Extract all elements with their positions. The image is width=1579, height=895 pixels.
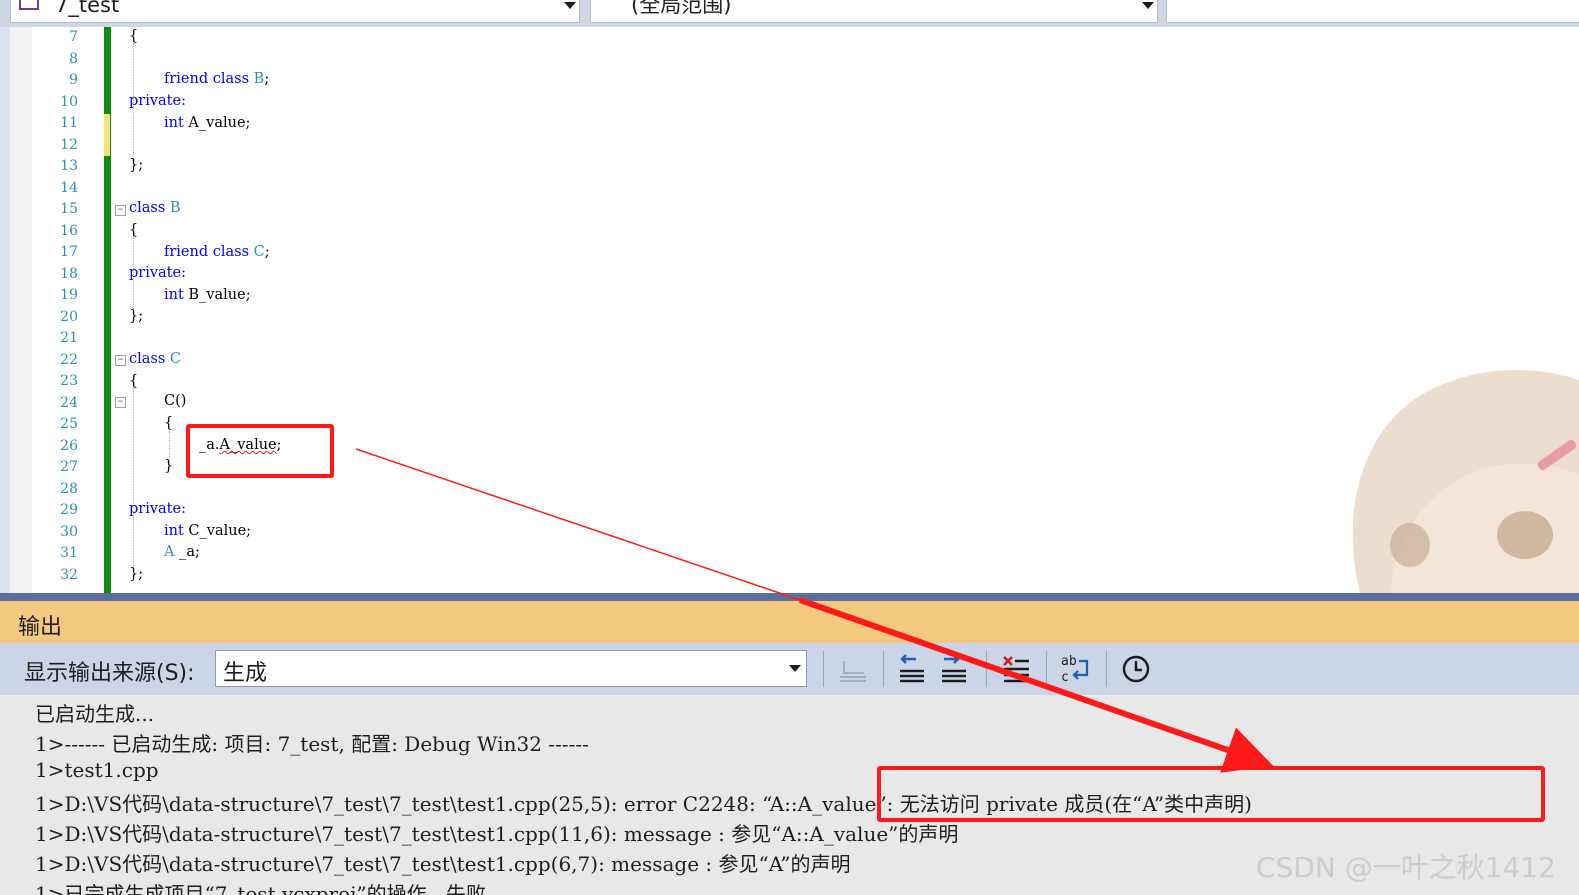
output-source-value: 生成	[223, 661, 268, 686]
code-line-19: int B_value;	[164, 287, 251, 303]
line-number: 15	[60, 201, 78, 217]
clear-all-icon[interactable]	[998, 651, 1034, 687]
line-number: 24	[60, 394, 78, 411]
timestamp-clock-icon[interactable]	[1118, 651, 1154, 687]
line-number: 29	[60, 502, 78, 518]
go-to-next-message-icon[interactable]	[936, 651, 972, 687]
code-line-23: {	[129, 373, 139, 389]
find-message-in-code-icon[interactable]	[836, 651, 872, 687]
code-line-9: friend class B;	[164, 71, 270, 87]
code-line-15: class B	[129, 200, 181, 216]
code-line-18: private:	[129, 265, 186, 281]
collapse-icon[interactable]: −	[115, 355, 126, 366]
code-line-13: };	[129, 157, 144, 173]
line-number: 21	[60, 330, 78, 346]
member-combo[interactable]	[1166, 0, 1579, 23]
line-number: 9	[69, 72, 78, 88]
panel-splitter[interactable]	[0, 593, 1579, 601]
code-line-10: private:	[129, 93, 186, 109]
go-to-previous-message-icon[interactable]	[894, 651, 930, 687]
line-number: 7	[69, 29, 78, 45]
toggle-word-wrap-icon[interactable]: ab c	[1057, 651, 1093, 687]
code-line-24: C()	[164, 393, 187, 409]
code-line-32: };	[129, 566, 144, 582]
line-number: 14	[60, 179, 78, 196]
code-line-11: int A_value;	[164, 115, 251, 131]
collapse-icon[interactable]: −	[115, 397, 126, 408]
code-line-20: };	[129, 308, 144, 324]
svg-text:ab: ab	[1061, 654, 1077, 669]
unsaved-change-marker	[104, 114, 110, 156]
line-number: 16	[60, 222, 78, 239]
scope-combo-text: (全局范围)	[631, 0, 732, 17]
output-panel-header: 输出	[0, 601, 1579, 643]
toolbar-separator	[986, 651, 987, 687]
code-line-7: {	[129, 28, 139, 44]
line-number: 13	[60, 158, 78, 174]
code-highlight-box	[186, 424, 334, 478]
toolbar-separator	[1106, 651, 1107, 687]
line-number: 27	[60, 459, 78, 475]
output-line: 1>test1.cpp	[35, 758, 159, 782]
navigation-bar: 7_test (全局范围)	[0, 0, 1579, 27]
change-tracking-bar	[104, 27, 111, 593]
toolbar-separator	[823, 651, 824, 687]
line-number: 32	[60, 566, 78, 583]
project-icon	[19, 0, 39, 10]
line-number: 10	[60, 93, 78, 110]
scope-combo[interactable]: (全局范围)	[590, 0, 1158, 23]
code-line-31: A _a;	[164, 544, 200, 560]
svg-text:c: c	[1061, 670, 1069, 685]
toolbar-separator	[1046, 651, 1047, 687]
code-line-17: friend class C;	[164, 244, 270, 260]
line-number: 31	[60, 545, 78, 561]
code-line-30: int C_value;	[164, 523, 252, 539]
line-number: 30	[60, 523, 78, 540]
line-number: 19	[60, 287, 78, 303]
collapse-icon[interactable]: −	[115, 205, 126, 216]
output-line: 已启动生成...	[35, 702, 155, 726]
line-number: 22	[60, 351, 78, 368]
indent-guide	[133, 388, 134, 570]
mascot-background-image	[1352, 370, 1579, 593]
output-toolbar: 显示输出来源(S): 生成 ab c	[0, 643, 1579, 695]
code-line-16: {	[129, 222, 139, 238]
code-line-29: private:	[129, 501, 186, 517]
chevron-down-icon	[564, 2, 576, 9]
output-source-select[interactable]: 生成	[215, 650, 807, 687]
line-number: 17	[60, 244, 78, 260]
output-line: 1>------ 已启动生成: 项目: 7_test, 配置: Debug Wi…	[35, 732, 589, 756]
output-line: 1>D:\VS代码\data-structure\7_test\7_test\t…	[35, 822, 959, 846]
line-number: 18	[60, 265, 78, 282]
line-number: 28	[60, 480, 78, 497]
editor-left-strip	[0, 27, 10, 593]
watermark: CSDN @一叶之秋1412	[1256, 851, 1556, 884]
line-number: 23	[60, 373, 78, 389]
output-line: 1>D:\VS代码\data-structure\7_test\7_test\t…	[35, 852, 851, 876]
code-line-27: }	[164, 458, 174, 474]
toolbar-separator	[883, 651, 884, 687]
output-panel-title: 输出	[18, 615, 63, 640]
chevron-down-icon	[789, 665, 801, 672]
code-line-22: class C	[129, 351, 182, 367]
line-number: 11	[60, 115, 78, 131]
output-source-label: 显示输出来源(S):	[24, 661, 195, 686]
line-number: 12	[60, 136, 78, 153]
line-number: 26	[60, 437, 78, 454]
project-combo-text: 7_test	[55, 0, 120, 17]
line-number: 20	[60, 308, 78, 325]
editor-gutter	[10, 27, 32, 593]
line-number: 25	[60, 416, 78, 432]
project-combo[interactable]: 7_test	[10, 0, 580, 23]
chevron-down-icon	[1142, 2, 1154, 9]
code-line-25: {	[164, 415, 174, 431]
line-number: 8	[69, 50, 78, 67]
error-highlight-box	[877, 766, 1545, 822]
output-line: 1>已完成生成项目“7_test.vcxproj”的操作 - 失败	[35, 882, 487, 895]
